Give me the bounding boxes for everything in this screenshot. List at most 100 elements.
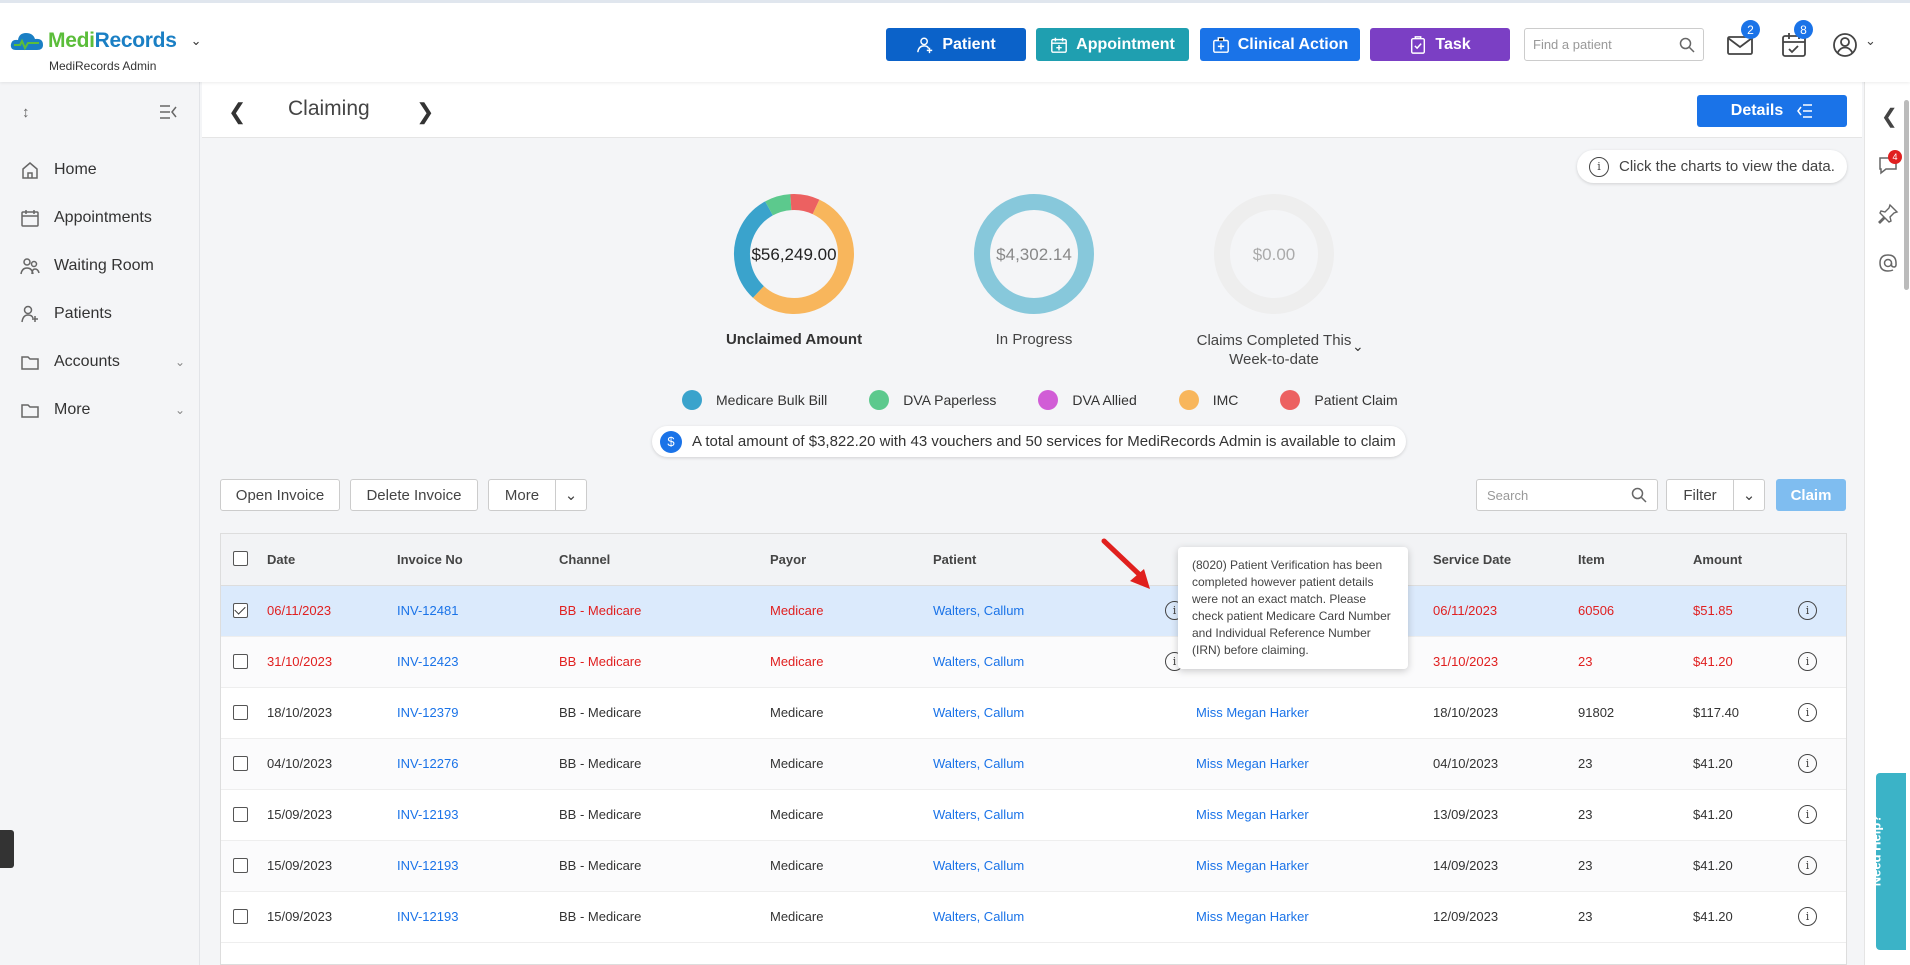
brand-name: MediRecords — [48, 29, 177, 52]
table-row[interactable]: 04/10/2023 INV-12276 BB - Medicare Medicare… — [221, 739, 1846, 790]
column-header-invoice-no[interactable]: Invoice No — [397, 552, 463, 567]
sidebar-item-label: Waiting Room — [54, 257, 154, 274]
new-patient-button[interactable]: Patient — [886, 28, 1026, 61]
delete-invoice-button[interactable]: Delete Invoice — [350, 479, 478, 511]
sidebar-item-patients[interactable]: Patients — [20, 290, 185, 338]
cell-provider-link[interactable]: Miss Megan Harker — [1196, 909, 1309, 924]
row-checkbox[interactable] — [233, 807, 248, 822]
cell-patient-link[interactable]: Walters, Callum — [933, 756, 1024, 771]
cell-date: 18/10/2023 — [267, 705, 333, 720]
filter-button[interactable]: Filter — [1666, 479, 1734, 511]
chevron-down-icon[interactable]: ⌄ — [1352, 338, 1364, 355]
collapse-sidebar-icon[interactable] — [159, 104, 177, 120]
row-info-icon[interactable]: i — [1798, 856, 1817, 875]
table-row[interactable]: 31/10/2023 INV-12423 BB - Medicare Medicare… — [221, 637, 1846, 688]
cell-invoice-link[interactable]: INV-12193 — [397, 909, 458, 924]
cell-patient-link[interactable]: Walters, Callum — [933, 654, 1024, 669]
search-input[interactable]: Search — [1476, 479, 1658, 511]
column-header-item[interactable]: Item — [1578, 552, 1605, 567]
cell-invoice-link[interactable]: INV-12379 — [397, 705, 458, 720]
next-arrow-icon[interactable]: ❯ — [416, 99, 434, 125]
cell-amount: $41.20 — [1693, 807, 1733, 822]
new-task-button[interactable]: Task — [1370, 28, 1510, 61]
row-info-icon[interactable]: i — [1798, 652, 1817, 671]
search-icon — [1679, 37, 1695, 53]
row-info-icon[interactable]: i — [1798, 601, 1817, 620]
legend-item[interactable]: IMC — [1178, 390, 1238, 410]
pin-icon[interactable] — [1877, 203, 1899, 225]
row-info-icon[interactable]: i — [1798, 805, 1817, 824]
cell-invoice-link[interactable]: INV-12276 — [397, 756, 458, 771]
cell-provider-link[interactable]: Miss Megan Harker — [1196, 858, 1309, 873]
legend-item[interactable]: DVA Paperless — [869, 390, 996, 410]
cell-invoice-link[interactable]: INV-12193 — [397, 858, 458, 873]
cell-service-date: 04/10/2023 — [1433, 756, 1499, 771]
cell-provider-link[interactable]: Miss Megan Harker — [1196, 705, 1309, 720]
brand-subtitle: MediRecords Admin — [49, 59, 157, 73]
table-row[interactable]: 18/10/2023 INV-12379 BB - Medicare Medicare… — [221, 688, 1846, 739]
chevron-down-icon[interactable]: ⌄ — [191, 33, 202, 49]
chevron-down-icon[interactable]: ⌄ — [1865, 33, 1876, 49]
cell-service-date: 06/11/2023 — [1433, 603, 1498, 618]
details-button[interactable]: Details — [1697, 95, 1847, 127]
table-row[interactable]: 06/11/2023 INV-12481 BB - Medicare Medicare… — [221, 586, 1846, 637]
cell-provider-link[interactable]: Miss Megan Harker — [1196, 807, 1309, 822]
cell-patient-link[interactable]: Walters, Callum — [933, 705, 1024, 720]
row-checkbox[interactable] — [233, 756, 248, 771]
row-checkbox[interactable] — [233, 654, 248, 669]
row-info-icon[interactable]: i — [1798, 703, 1817, 722]
brand-logo[interactable]: MediRecords ⌄ — [10, 29, 201, 53]
table-row[interactable]: 15/09/2023 INV-12193 BB - Medicare Medicare… — [221, 892, 1846, 943]
cell-invoice-link[interactable]: INV-12481 — [397, 603, 458, 618]
cell-invoice-link[interactable]: INV-12193 — [397, 807, 458, 822]
sidebar-item-more[interactable]: More ⌄ — [20, 386, 185, 434]
find-patient-input[interactable]: Find a patient — [1524, 28, 1704, 61]
legend-item[interactable]: DVA Allied — [1038, 390, 1137, 410]
expand-panel-arrow-icon[interactable]: ❮ — [1881, 104, 1898, 129]
column-header-service-date[interactable]: Service Date — [1433, 552, 1511, 567]
scrollbar[interactable] — [1904, 100, 1909, 290]
column-header-channel[interactable]: Channel — [559, 552, 610, 567]
open-invoice-button[interactable]: Open Invoice — [220, 479, 340, 511]
at-sign-icon[interactable] — [1877, 252, 1899, 274]
row-checkbox[interactable] — [233, 705, 248, 720]
previous-arrow-icon[interactable]: ❮ — [228, 99, 246, 125]
row-info-icon[interactable]: i — [1798, 907, 1817, 926]
column-header-payor[interactable]: Payor — [770, 552, 806, 567]
select-all-checkbox[interactable] — [233, 551, 248, 566]
calendar-icon — [21, 210, 39, 227]
column-header-date[interactable]: Date — [267, 552, 295, 567]
sidebar-item-appointments[interactable]: Appointments — [20, 194, 185, 242]
legend-item[interactable]: Medicare Bulk Bill — [682, 390, 827, 410]
row-checkbox[interactable] — [233, 603, 248, 618]
cell-patient-link[interactable]: Walters, Callum — [933, 858, 1024, 873]
user-avatar-icon[interactable] — [1831, 31, 1859, 59]
sidebar-item-waiting-room[interactable]: Waiting Room — [20, 242, 185, 290]
table-row[interactable]: 15/09/2023 INV-12193 BB - Medicare Medicare… — [221, 790, 1846, 841]
legend-item[interactable]: Patient Claim — [1280, 390, 1398, 410]
sidebar-item-accounts[interactable]: Accounts ⌄ — [20, 338, 185, 386]
clinical-action-button[interactable]: Clinical Action — [1200, 28, 1360, 61]
cell-patient-link[interactable]: Walters, Callum — [933, 807, 1024, 822]
row-info-icon[interactable]: i — [1798, 754, 1817, 773]
cell-invoice-link[interactable]: INV-12423 — [397, 654, 458, 669]
cell-provider-link[interactable]: Miss Megan Harker — [1196, 756, 1309, 771]
sidebar-item-home[interactable]: Home — [20, 146, 185, 194]
more-dropdown-button[interactable]: ⌄ — [555, 479, 587, 511]
row-checkbox[interactable] — [233, 858, 248, 873]
cell-patient-link[interactable]: Walters, Callum — [933, 909, 1024, 924]
cell-service-date: 31/10/2023 — [1433, 654, 1499, 669]
table-row[interactable]: 15/09/2023 INV-12193 BB - Medicare Medicare… — [221, 841, 1846, 892]
claim-button[interactable]: Claim — [1776, 479, 1846, 511]
column-header-amount[interactable]: Amount — [1693, 552, 1742, 567]
expand-vertical-icon[interactable]: ↕ — [22, 104, 30, 121]
column-header-patient[interactable]: Patient — [933, 552, 976, 567]
side-drawer-tab[interactable] — [0, 830, 14, 868]
new-appointment-button[interactable]: Appointment — [1036, 28, 1189, 61]
row-checkbox[interactable] — [233, 909, 248, 924]
more-button[interactable]: More — [488, 479, 556, 511]
need-help-tab[interactable]: Need Help? — [1868, 773, 1906, 950]
cell-amount: $41.20 — [1693, 909, 1733, 924]
filter-dropdown-button[interactable]: ⌄ — [1733, 479, 1765, 511]
cell-patient-link[interactable]: Walters, Callum — [933, 603, 1024, 618]
